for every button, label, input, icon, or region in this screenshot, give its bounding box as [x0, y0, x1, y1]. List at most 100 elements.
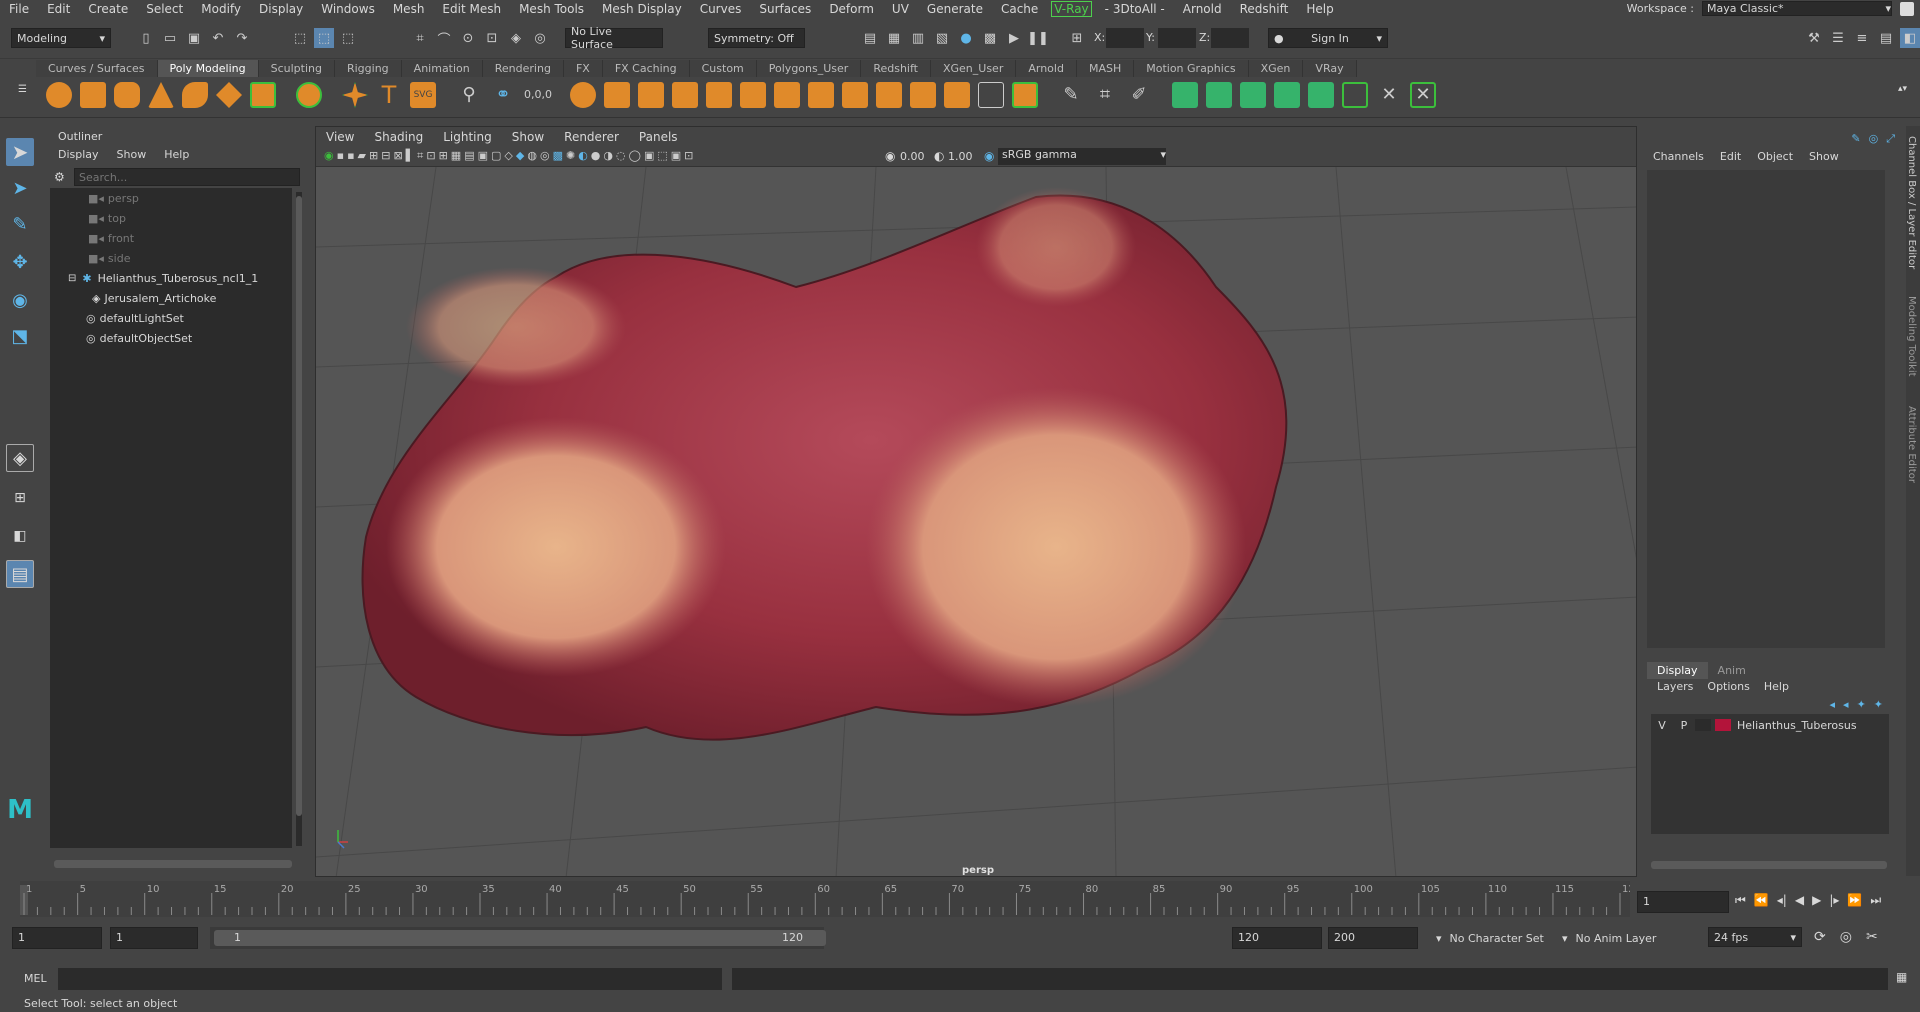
color-management-icon[interactable]: ◉: [984, 149, 994, 163]
menu-edit[interactable]: Edit: [38, 2, 79, 16]
channel-refresh-icon[interactable]: ◎: [1869, 132, 1879, 148]
bookmark-icon[interactable]: ▪: [347, 149, 354, 163]
menu-generate[interactable]: Generate: [918, 2, 992, 16]
menu-redshift[interactable]: Redshift: [1231, 2, 1298, 16]
shelf-tab-rigging[interactable]: Rigging: [334, 60, 402, 77]
bevel-icon[interactable]: [672, 82, 698, 108]
channel-edit-menu[interactable]: Edit: [1720, 150, 1741, 163]
colorspace-select[interactable]: sRGB gamma ▾: [998, 148, 1166, 165]
menu-vray[interactable]: V-Ray: [1051, 0, 1092, 17]
poly-cone-icon[interactable]: [148, 82, 174, 108]
shelf-tab-animation[interactable]: Animation: [401, 60, 483, 77]
tool-settings-icon[interactable]: ≡: [1852, 28, 1872, 48]
channels-menu[interactable]: Channels: [1653, 150, 1704, 163]
shelf-tab-sculpting[interactable]: Sculpting: [258, 60, 335, 77]
xray-icon[interactable]: ⬚: [657, 149, 667, 163]
film-gate-icon[interactable]: ⊡: [426, 149, 435, 163]
combine-icon[interactable]: ⚲: [456, 82, 482, 108]
menu-surfaces[interactable]: Surfaces: [750, 2, 820, 16]
append-icon[interactable]: [638, 82, 664, 108]
mirror-icon[interactable]: [1012, 82, 1038, 108]
wireframe-mode-icon[interactable]: ◇: [504, 149, 512, 163]
range-bar[interactable]: 1 120: [210, 927, 826, 949]
select-camera-icon[interactable]: ◉: [324, 149, 334, 163]
extrude-icon[interactable]: [570, 82, 596, 108]
wireframe-icon[interactable]: ⊠: [393, 149, 402, 163]
shadows-icon[interactable]: ◐: [578, 149, 588, 163]
exposure-value[interactable]: 0.00: [900, 150, 925, 163]
scale-tool-icon[interactable]: ⬔: [6, 322, 34, 350]
transform-icon[interactable]: ⊞: [1067, 28, 1087, 48]
shelf-tab-rendering[interactable]: Rendering: [482, 60, 564, 77]
viewport-menu-lighting[interactable]: Lighting: [433, 130, 502, 144]
single-perspective-icon[interactable]: ◈: [6, 444, 34, 472]
menu-set-select[interactable]: Modeling ▾: [11, 28, 111, 48]
menu-display[interactable]: Display: [250, 2, 312, 16]
collapse-icon[interactable]: [808, 82, 834, 108]
outliner-search-input[interactable]: [74, 168, 300, 186]
modeling-toolkit-icon[interactable]: ⚒: [1804, 28, 1824, 48]
viewport-menu-show[interactable]: Show: [502, 130, 554, 144]
step-forward-frame-icon[interactable]: |▸: [1829, 893, 1839, 908]
outliner-item-default-light-set[interactable]: ◎ defaultLightSet: [86, 308, 184, 328]
ipr-render-icon[interactable]: ▥: [908, 28, 928, 48]
playback-start-field[interactable]: 1: [110, 927, 198, 949]
play-backward-icon[interactable]: ◀: [1795, 893, 1804, 908]
menu-edit-mesh[interactable]: Edit Mesh: [433, 2, 510, 16]
outliner-menu-show[interactable]: Show: [117, 148, 147, 161]
vray-render-icon[interactable]: ▩: [980, 28, 1000, 48]
uv-sew-icon[interactable]: ✕: [1410, 82, 1436, 108]
shelf-tab-vray[interactable]: VRay: [1303, 60, 1357, 77]
layer-tab-anim[interactable]: Anim: [1708, 662, 1756, 679]
grid-icon[interactable]: ⌗: [417, 149, 423, 163]
uv-planar-icon[interactable]: [1172, 82, 1198, 108]
motion-blur-icon[interactable]: ◑: [603, 149, 613, 163]
play-forward-icon[interactable]: ▶: [1812, 893, 1821, 908]
shelf-tab-mash[interactable]: MASH: [1076, 60, 1135, 77]
side-tab-attribute-editor[interactable]: Attribute Editor: [1906, 406, 1917, 483]
pause-icon[interactable]: ❚❚: [1027, 28, 1049, 48]
auto-key-icon[interactable]: ◎: [1840, 929, 1852, 945]
select-object-icon[interactable]: ⬚: [314, 28, 334, 48]
side-tab-modeling-toolkit[interactable]: Modeling Toolkit: [1906, 296, 1917, 377]
uv-cylindrical-icon[interactable]: [1206, 82, 1232, 108]
shelf-tab-polygons-user[interactable]: Polygons_User: [756, 60, 862, 77]
wireframe-on-shaded-icon[interactable]: ◎: [540, 149, 550, 163]
collapse-icon[interactable]: ⊟: [68, 273, 76, 284]
layer-color-swatch[interactable]: [1715, 719, 1731, 731]
poly-cylinder-icon[interactable]: [114, 82, 140, 108]
go-to-start-icon[interactable]: ⏮: [1735, 893, 1746, 908]
step-back-frame-icon[interactable]: ◂|: [1777, 893, 1787, 908]
outliner-hscrollbar[interactable]: [54, 860, 292, 868]
redo-icon[interactable]: ↷: [232, 28, 252, 48]
render-view-icon[interactable]: ▤: [860, 28, 880, 48]
anti-aliasing-icon[interactable]: ◌: [616, 149, 626, 163]
workspace-select[interactable]: Maya Classic* ▾: [1702, 1, 1892, 16]
uv-automatic-icon[interactable]: [1274, 82, 1300, 108]
poly-text-icon[interactable]: T: [376, 82, 402, 108]
layers-icon[interactable]: ◧: [1900, 28, 1920, 48]
viewport-canvas[interactable]: [316, 167, 1637, 877]
menu-windows[interactable]: Windows: [312, 2, 384, 16]
textured-icon[interactable]: ▩: [553, 149, 563, 163]
poly-plane-icon[interactable]: [216, 82, 242, 108]
side-tab-channel-box[interactable]: Channel Box / Layer Editor: [1906, 136, 1917, 269]
outliner-menu-help[interactable]: Help: [164, 148, 189, 161]
layer-options-menu[interactable]: Options: [1707, 680, 1749, 693]
shelf-tab-poly-modeling[interactable]: Poly Modeling: [157, 60, 259, 77]
animation-start-field[interactable]: 1: [12, 927, 102, 949]
render-frame-icon[interactable]: ▦: [884, 28, 904, 48]
filter-icon[interactable]: ⚙: [54, 170, 65, 184]
xray-joints-icon[interactable]: ▣: [671, 149, 681, 163]
smooth-icon[interactable]: 0,0,0: [524, 82, 552, 108]
uv-cut-icon[interactable]: ✕: [1376, 82, 1402, 108]
grease-pencil-icon[interactable]: ⊟: [381, 149, 390, 163]
outliner-item-default-object-set[interactable]: ◎ defaultObjectSet: [86, 328, 192, 348]
menu-file[interactable]: File: [0, 2, 38, 16]
layer-row[interactable]: V P Helianthus_Tuberosus: [1651, 716, 1889, 734]
smooth-shade-icon[interactable]: ◆: [516, 149, 524, 163]
platonic-solid-icon[interactable]: [296, 82, 322, 108]
vray-ipr-icon[interactable]: ▶: [1004, 28, 1024, 48]
gamma-value[interactable]: 1.00: [948, 150, 973, 163]
sculpt-icon[interactable]: ✎: [1058, 82, 1084, 108]
